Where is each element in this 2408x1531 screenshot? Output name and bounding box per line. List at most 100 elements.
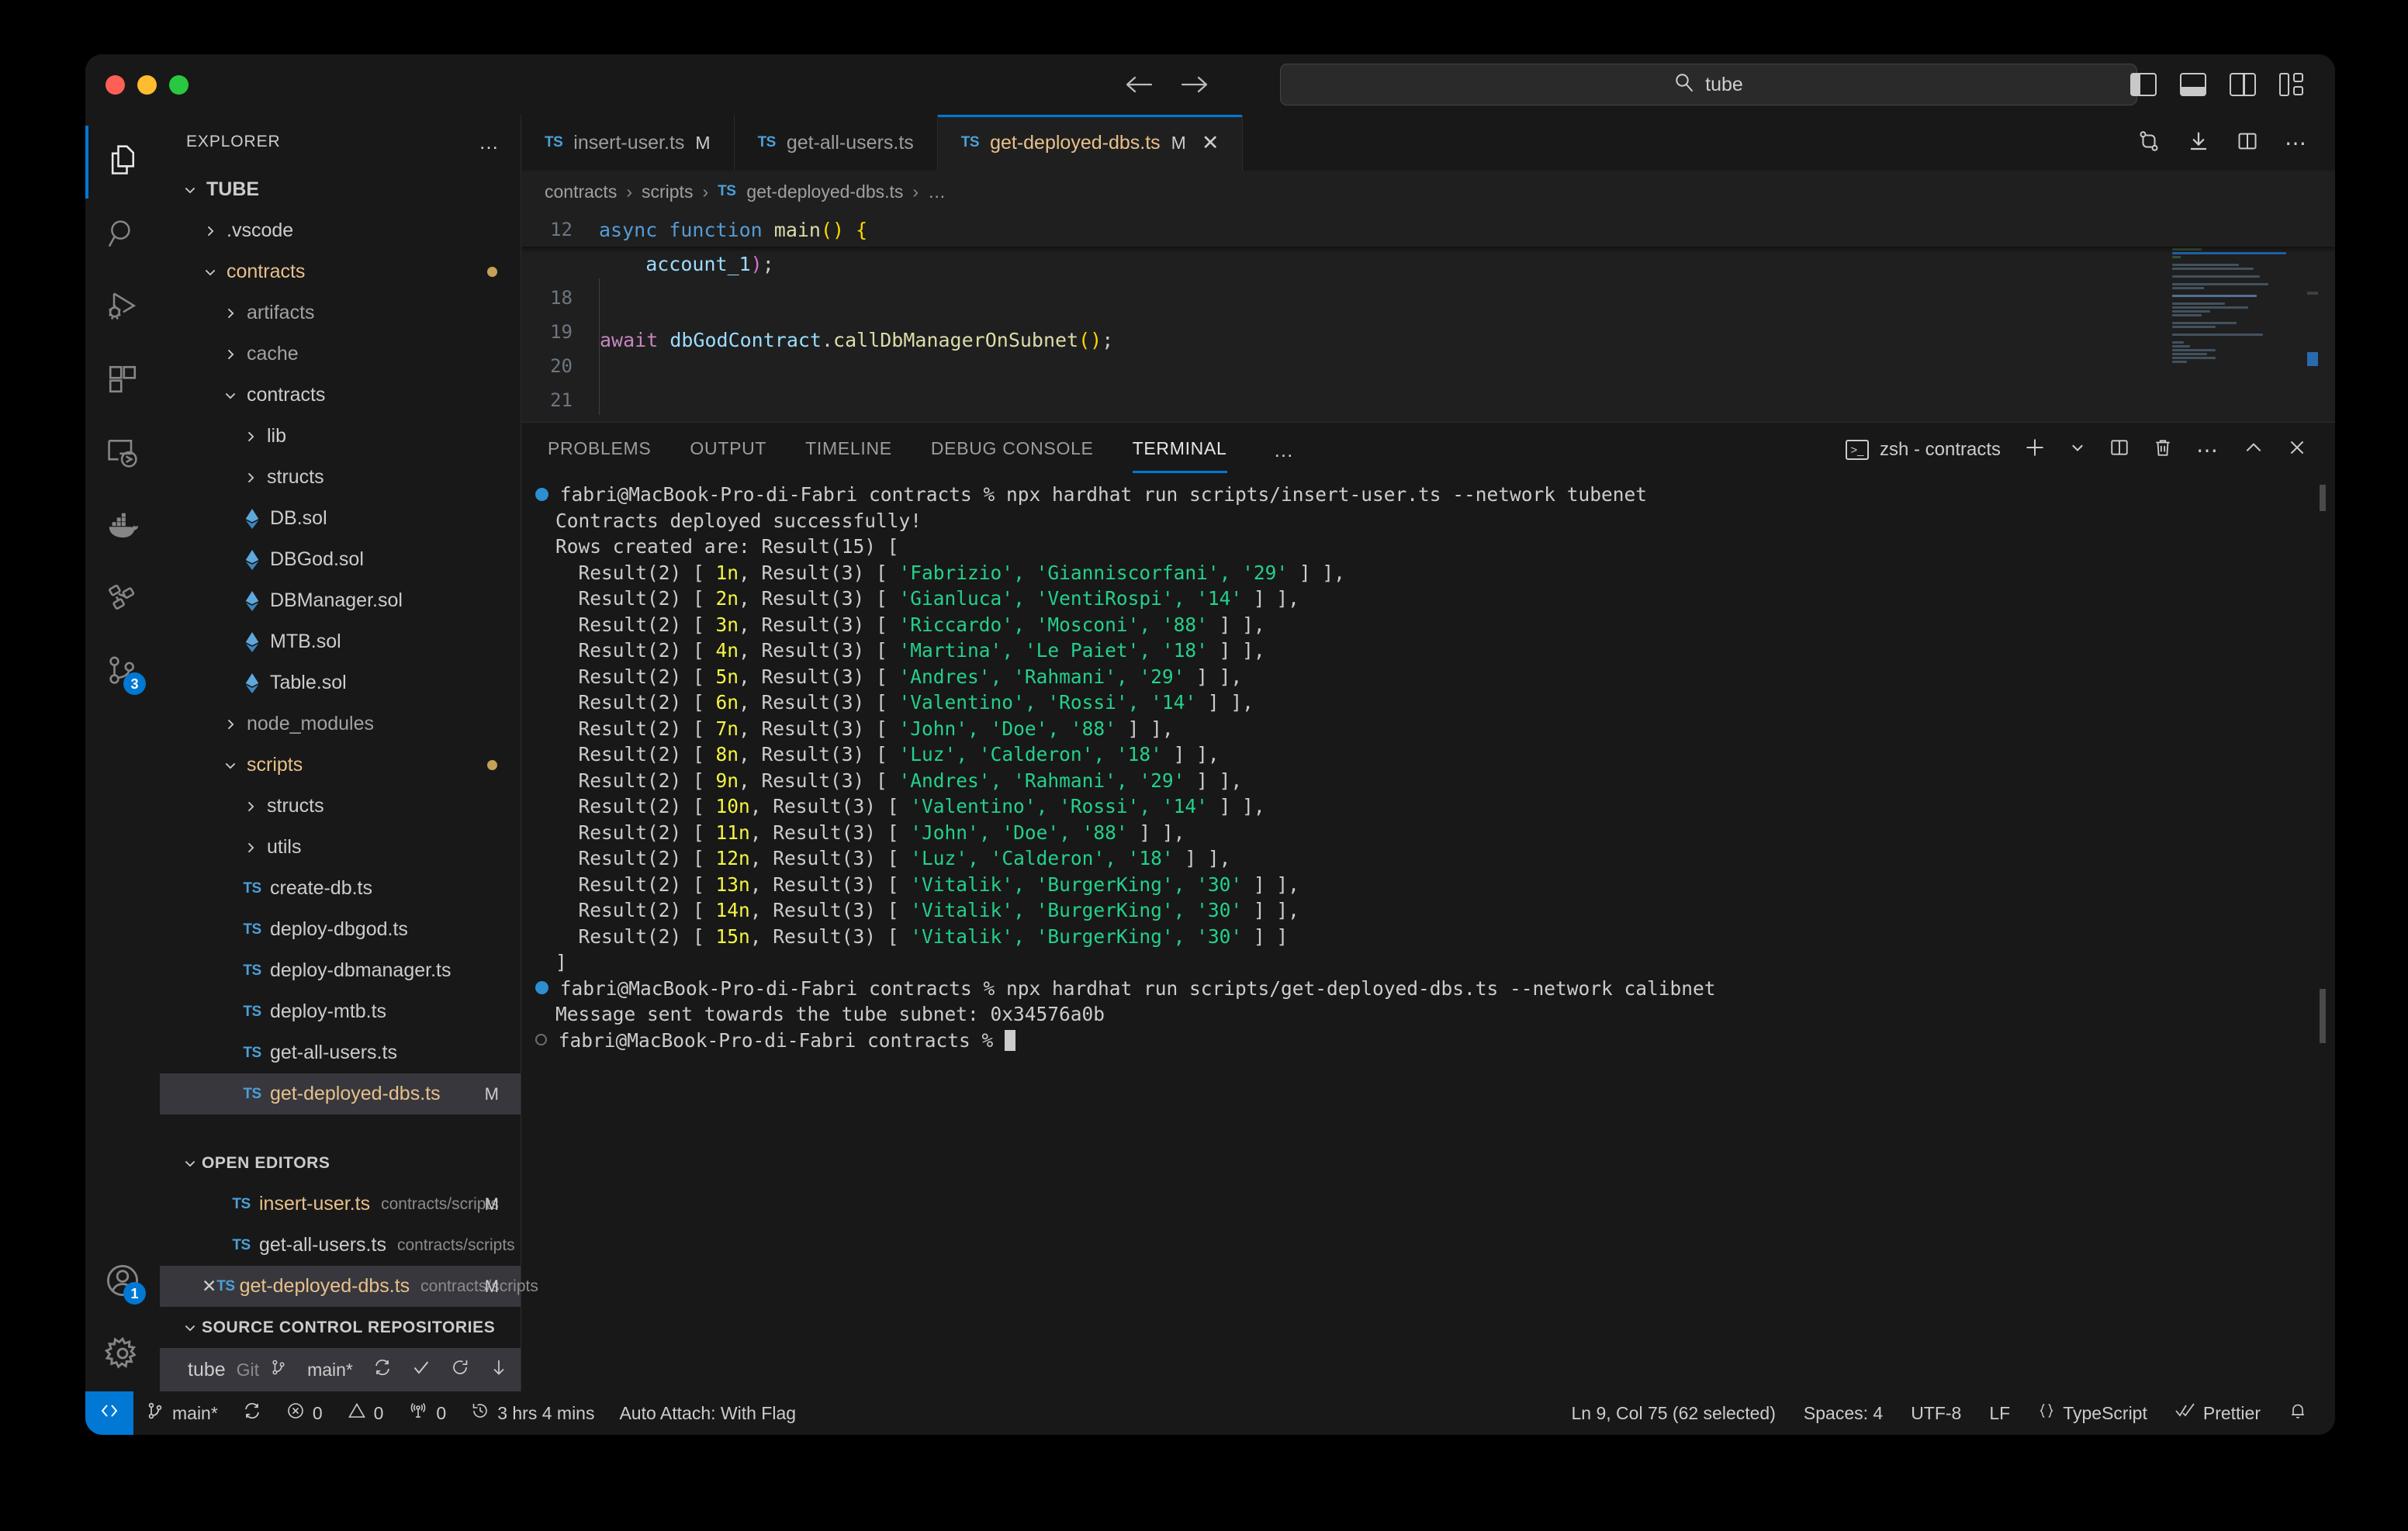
tree-item-scripts[interactable]: scripts <box>160 745 521 786</box>
toggle-panel-icon[interactable] <box>2180 73 2206 96</box>
status-language-mode[interactable]: TypeScript <box>2024 1391 2161 1435</box>
panel-tab-problems[interactable]: PROBLEMS <box>548 438 651 462</box>
maximize-panel-icon[interactable] <box>2244 437 2264 463</box>
kill-terminal-icon[interactable] <box>2153 437 2173 463</box>
status-notifications[interactable] <box>2275 1391 2321 1435</box>
new-terminal-icon[interactable] <box>2024 437 2046 464</box>
tree-item-structs[interactable]: structs <box>160 786 521 827</box>
terminal-output[interactable]: fabri@MacBook-Pro-di-Fabri contracts % n… <box>521 477 2335 1391</box>
tree-item-table-sol[interactable]: Table.sol <box>160 662 521 703</box>
close-panel-icon[interactable] <box>2287 437 2307 463</box>
explorer-more-actions-icon[interactable]: … <box>479 130 500 154</box>
split-compare-icon[interactable] <box>2137 130 2161 157</box>
tree-item-lib[interactable]: lib <box>160 416 521 457</box>
status-encoding[interactable]: UTF-8 <box>1897 1391 1975 1435</box>
activity-docker[interactable] <box>85 490 160 563</box>
tree-item-create-db-ts[interactable]: TS create-db.ts <box>160 868 521 909</box>
customize-layout-icon[interactable] <box>2279 73 2306 96</box>
maximize-window-button[interactable] <box>169 74 189 95</box>
download-icon[interactable] <box>2187 130 2210 157</box>
activity-search[interactable] <box>85 199 160 271</box>
quick-search-box[interactable]: tube <box>1280 64 2137 105</box>
activity-manage[interactable] <box>85 1318 160 1391</box>
status-warnings[interactable]: 0 <box>335 1391 396 1435</box>
status-prettier[interactable]: Prettier <box>2161 1391 2275 1435</box>
open-editor-item[interactable]: ✕ TS get-deployed-dbs.ts contracts/scripts M <box>160 1266 538 1307</box>
refresh-icon[interactable] <box>451 1358 469 1382</box>
panel-tab-terminal[interactable]: TERMINAL <box>1132 438 1227 473</box>
tree-item--vscode[interactable]: .vscode <box>160 210 521 251</box>
panel-more-views-icon[interactable]: … <box>1274 438 1296 462</box>
panel-more-actions-icon[interactable]: ⋯ <box>2196 437 2220 463</box>
split-editor-icon[interactable] <box>2237 130 2258 156</box>
terminal-scrollbar-top[interactable] <box>2320 485 2326 511</box>
editor-tab-get-deployed-dbs-ts[interactable]: TS get-deployed-dbs.ts M ✕ <box>937 115 1244 171</box>
tree-item-get-all-users-ts[interactable]: TS get-all-users.ts <box>160 1032 521 1073</box>
breadcrumb-item[interactable]: … <box>928 181 946 202</box>
minimap-slider[interactable] <box>2307 292 2318 295</box>
tree-item-contracts[interactable]: contracts <box>160 375 521 416</box>
breadcrumb-item[interactable]: scripts <box>642 181 693 202</box>
tree-item-deploy-dbgod-ts[interactable]: TS deploy-dbgod.ts <box>160 909 521 950</box>
tree-item-deploy-dbmanager-ts[interactable]: TS deploy-dbmanager.ts <box>160 950 521 991</box>
window-controls[interactable] <box>85 74 189 95</box>
tree-item-utils[interactable]: utils <box>160 827 521 868</box>
status-auto-attach[interactable]: Auto Attach: With Flag <box>607 1391 808 1435</box>
source-control-section-header[interactable]: SOURCE CONTROL REPOSITORIES <box>160 1307 521 1348</box>
editor-tab-get-all-users-ts[interactable]: TS get-all-users.ts <box>734 115 938 171</box>
scm-branch-name[interactable]: main* <box>307 1360 353 1381</box>
scm-repository-row[interactable]: tube Git main* <box>160 1348 587 1391</box>
tree-item-contracts[interactable]: contracts <box>160 251 521 292</box>
terminal-dropdown-icon[interactable] <box>2069 439 2086 461</box>
close-tab-icon[interactable]: ✕ <box>1202 131 1220 155</box>
tree-item-tube[interactable]: TUBE <box>160 169 521 210</box>
tree-item-artifacts[interactable]: artifacts <box>160 292 521 334</box>
toggle-primary-sidebar-icon[interactable] <box>2130 73 2157 96</box>
activity-testing[interactable] <box>85 563 160 636</box>
breadcrumb-item[interactable]: contracts <box>545 181 617 202</box>
open-editor-item[interactable]: TS insert-user.ts contracts/scripts M <box>160 1184 521 1225</box>
activity-extensions[interactable] <box>85 344 160 417</box>
close-window-button[interactable] <box>106 74 125 95</box>
status-indentation[interactable]: Spaces: 4 <box>1790 1391 1897 1435</box>
tree-item-cache[interactable]: cache <box>160 334 521 375</box>
status-branch[interactable]: main* <box>133 1391 230 1435</box>
status-eol[interactable]: LF <box>1975 1391 2024 1435</box>
minimize-window-button[interactable] <box>137 74 157 95</box>
tree-item-get-deployed-dbs-ts[interactable]: TS get-deployed-dbs.ts M <box>160 1073 521 1115</box>
activity-run-and-debug[interactable] <box>85 271 160 344</box>
activity-accounts[interactable]: 1 <box>85 1246 160 1318</box>
editor-tab-insert-user-ts[interactable]: TS insert-user.ts M <box>521 115 735 171</box>
tree-item-structs[interactable]: structs <box>160 457 521 498</box>
pull-down-icon[interactable] <box>490 1358 508 1382</box>
open-editor-item[interactable]: TS get-all-users.ts contracts/scripts <box>160 1225 521 1266</box>
activity-remote-explorer[interactable] <box>85 417 160 490</box>
panel-tab-debug-console[interactable]: DEBUG CONSOLE <box>931 438 1094 462</box>
tree-item-dbmanager-sol[interactable]: DBManager.sol <box>160 580 521 621</box>
back-arrow-icon[interactable] <box>1125 74 1153 95</box>
remote-window-button[interactable] <box>85 1391 133 1435</box>
panel-tab-timeline[interactable]: TIMELINE <box>805 438 892 462</box>
open-editors-section-header[interactable]: OPEN EDITORS <box>160 1142 521 1184</box>
commit-check-icon[interactable] <box>412 1358 431 1382</box>
status-cursor-position[interactable]: Ln 9, Col 75 (62 selected) <box>1558 1391 1790 1435</box>
tree-item-deploy-mtb-ts[interactable]: TS deploy-mtb.ts <box>160 991 521 1032</box>
activity-explorer[interactable] <box>85 126 160 199</box>
panel-tab-output[interactable]: OUTPUT <box>690 438 766 462</box>
sync-icon[interactable] <box>373 1358 392 1382</box>
split-terminal-icon[interactable] <box>2109 437 2129 463</box>
breadcrumb-item[interactable]: get-deployed-dbs.ts <box>746 181 903 202</box>
status-errors[interactable]: 0 <box>274 1391 335 1435</box>
tree-item-mtb-sol[interactable]: MTB.sol <box>160 621 521 662</box>
terminal-scrollbar[interactable] <box>2320 989 2326 1043</box>
forward-arrow-icon[interactable] <box>1181 74 1209 95</box>
tree-item-node-modules[interactable]: node_modules <box>160 703 521 745</box>
toggle-secondary-sidebar-icon[interactable] <box>2230 73 2256 96</box>
tree-item-dbgod-sol[interactable]: DBGod.sol <box>160 539 521 580</box>
minimap[interactable] <box>2172 225 2318 372</box>
editor-more-actions-icon[interactable]: ⋯ <box>2285 130 2309 156</box>
activity-source-control[interactable]: 3 <box>85 636 160 709</box>
terminal-instance[interactable]: >_ zsh - contracts <box>1845 439 2001 461</box>
tree-item-db-sol[interactable]: DB.sol <box>160 498 521 539</box>
status-ports[interactable]: 0 <box>396 1391 458 1435</box>
